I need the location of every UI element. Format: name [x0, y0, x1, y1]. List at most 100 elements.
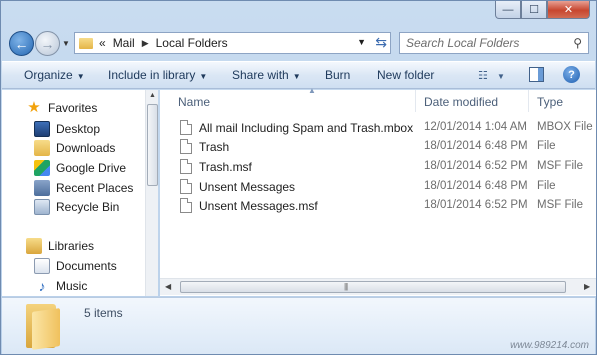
- breadcrumb-separator-icon[interactable]: ▶: [142, 38, 149, 49]
- column-header-name[interactable]: ▲ Name: [178, 86, 422, 112]
- address-overflow[interactable]: «: [99, 36, 106, 50]
- new-folder-button[interactable]: New folder: [377, 68, 434, 82]
- sidebar-item-google-drive[interactable]: Google Drive: [34, 160, 126, 176]
- libraries-header[interactable]: Libraries: [26, 238, 94, 254]
- close-button[interactable]: ✕: [547, 1, 590, 19]
- documents-icon: [34, 258, 50, 274]
- minimize-button[interactable]: —: [495, 1, 521, 19]
- table-row[interactable]: Unsent Messages 18/01/2014 6:48 PM File: [160, 178, 596, 197]
- file-date: 12/01/2014 1:04 AM: [424, 121, 527, 133]
- scrollbar-thumb[interactable]: [147, 104, 158, 186]
- command-bar: Organize ▼ Include in library ▼ Share with…: [2, 61, 595, 89]
- file-date: 18/01/2014 6:48 PM: [424, 180, 528, 192]
- share-with-label: Share with: [232, 68, 289, 82]
- file-type: MBOX File: [537, 121, 593, 133]
- recent-places-icon: [34, 180, 50, 196]
- chevron-down-icon: ▼: [199, 72, 208, 81]
- grip-icon: |||: [344, 282, 348, 291]
- details-pane: 5 items www.989214.com: [2, 297, 595, 354]
- include-in-library-button[interactable]: Include in library ▼: [108, 68, 207, 82]
- folder-icon: [26, 304, 60, 350]
- horizontal-scrollbar[interactable]: ◀ ||| ▶: [160, 278, 596, 295]
- scroll-left-icon[interactable]: ◀: [165, 282, 171, 291]
- breadcrumb-mail[interactable]: Mail: [113, 36, 135, 50]
- favorites-header[interactable]: ★ Favorites: [26, 100, 97, 116]
- sidebar-item-label: Documents: [56, 259, 117, 273]
- breadcrumb-local-folders[interactable]: Local Folders: [156, 36, 228, 50]
- folder-icon: [79, 37, 93, 49]
- table-row[interactable]: Trash.msf 18/01/2014 6:52 PM MSF File: [160, 158, 596, 177]
- search-icon[interactable]: ⚲: [573, 36, 582, 50]
- chevron-down-icon: ▼: [497, 72, 505, 81]
- table-row[interactable]: Unsent Messages.msf 18/01/2014 6:52 PM M…: [160, 197, 596, 216]
- file-type: File: [537, 140, 556, 152]
- desktop-icon: [34, 121, 50, 137]
- search-input[interactable]: Search Local Folders ⚲: [399, 32, 589, 54]
- maximize-button[interactable]: ☐: [521, 1, 547, 19]
- sidebar-item-desktop[interactable]: Desktop: [34, 121, 100, 137]
- column-divider[interactable]: [415, 90, 416, 112]
- sidebar-item-label: Downloads: [56, 141, 116, 155]
- file-icon: [180, 159, 192, 174]
- include-in-library-label: Include in library: [108, 68, 196, 82]
- help-button[interactable]: ?: [563, 66, 580, 83]
- minimize-icon: —: [502, 3, 514, 16]
- burn-label: Burn: [325, 68, 351, 82]
- sidebar-item-label: Desktop: [56, 122, 101, 136]
- music-icon: ♪: [38, 278, 46, 294]
- column-header-date-modified[interactable]: Date modified: [424, 90, 529, 112]
- explorer-window: — ☐ ✕ ← → ▼ « Mail ▶ Local Folders ▼ ⇆ S…: [0, 0, 597, 355]
- sidebar-item-documents[interactable]: Documents: [34, 258, 117, 274]
- libraries-label: Libraries: [48, 239, 95, 253]
- address-dropdown-icon[interactable]: ▼: [357, 37, 366, 47]
- scrollbar-thumb[interactable]: |||: [180, 281, 566, 293]
- navigation-bar: ← → ▼ « Mail ▶ Local Folders ▼ ⇆ Search …: [1, 27, 596, 61]
- file-date: 18/01/2014 6:48 PM: [424, 140, 528, 152]
- preview-pane-icon[interactable]: [529, 67, 544, 82]
- forward-button[interactable]: →: [35, 31, 60, 56]
- table-row[interactable]: Trash 18/01/2014 6:48 PM File: [160, 138, 596, 157]
- navigation-scrollbar[interactable]: ▲: [145, 90, 158, 296]
- libraries-icon: [26, 238, 42, 254]
- column-divider[interactable]: [528, 90, 529, 112]
- table-row[interactable]: All mail Including Spam and Trash.mbox 1…: [160, 119, 596, 138]
- scroll-right-icon[interactable]: ▶: [584, 282, 590, 291]
- sidebar-item-music[interactable]: ♪ Music: [34, 278, 88, 294]
- search-placeholder: Search Local Folders: [406, 36, 520, 50]
- file-icon: [180, 198, 192, 213]
- column-header-type[interactable]: Type: [537, 90, 596, 112]
- recent-pages-dropdown[interactable]: ▼: [62, 39, 70, 48]
- watermark: www.989214.com: [510, 340, 589, 351]
- maximize-icon: ☐: [529, 4, 539, 16]
- column-header-label: Name: [178, 95, 211, 109]
- change-view-button[interactable]: ☷ ▼: [478, 69, 505, 82]
- file-name: Trash.msf: [199, 160, 252, 174]
- scroll-up-icon[interactable]: ▲: [149, 92, 156, 99]
- sidebar-item-downloads[interactable]: Downloads: [34, 140, 115, 156]
- file-name: Unsent Messages: [199, 180, 296, 194]
- sidebar-item-label: Google Drive: [56, 161, 127, 175]
- file-list: ▲ Name Date modified Type All mail Inclu…: [160, 86, 596, 296]
- caption-buttons: — ☐ ✕: [495, 1, 590, 19]
- sidebar-item-recent-places[interactable]: Recent Places: [34, 180, 133, 196]
- downloads-icon: [34, 140, 50, 156]
- back-arrow-icon: ←: [14, 35, 29, 52]
- refresh-icon[interactable]: ⇆: [375, 34, 387, 51]
- organize-label: Organize: [24, 68, 73, 82]
- share-with-button[interactable]: Share with ▼: [232, 68, 301, 82]
- sidebar-item-recycle-bin[interactable]: Recycle Bin: [34, 199, 119, 215]
- file-type: File: [537, 180, 556, 192]
- sidebar-item-label: Music: [56, 279, 88, 293]
- star-icon: ★: [27, 99, 41, 116]
- organize-button[interactable]: Organize ▼: [24, 68, 85, 82]
- navigation-pane: ★ Favorites Desktop Downloads Google Dri…: [2, 90, 158, 296]
- sidebar-item-label: Recent Places: [56, 181, 134, 195]
- favorites-label: Favorites: [48, 101, 98, 115]
- sort-ascending-icon: ▲: [308, 86, 316, 95]
- address-bar[interactable]: « Mail ▶ Local Folders ▼ ⇆: [74, 32, 391, 54]
- chevron-down-icon: ▼: [292, 72, 301, 81]
- sidebar-item-label: Recycle Bin: [56, 200, 120, 214]
- file-name: All mail Including Spam and Trash.mbox: [199, 121, 414, 135]
- burn-button[interactable]: Burn: [325, 68, 350, 82]
- back-button[interactable]: ←: [9, 31, 34, 56]
